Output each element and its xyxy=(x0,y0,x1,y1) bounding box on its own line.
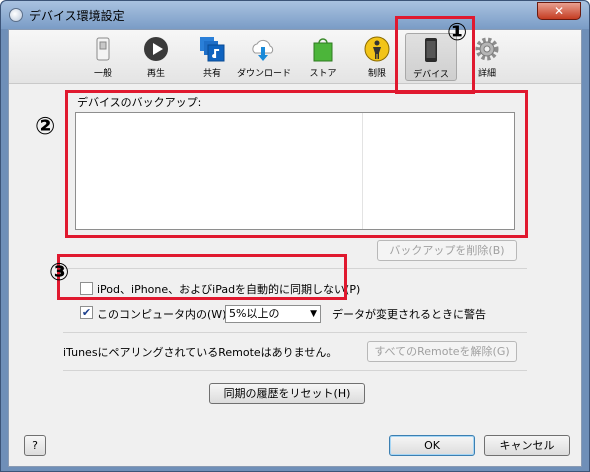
itunes-icon xyxy=(9,8,23,22)
tab-general-label: 一般 xyxy=(93,69,112,79)
tab-sharing[interactable]: 共有 xyxy=(186,33,238,81)
tab-store-label: ストア xyxy=(309,69,337,79)
warn-data-change-checkbox[interactable]: ✔ xyxy=(80,306,93,319)
annotation-box-2 xyxy=(65,90,528,238)
annotation-number-3: ③ xyxy=(49,258,70,286)
annotation-number-1: ① xyxy=(447,18,468,46)
switch-icon xyxy=(96,37,110,61)
warn-threshold-select[interactable]: 5%以上の ▼ xyxy=(225,305,321,323)
tab-download-label: ダウンロード xyxy=(237,69,292,79)
tab-sharing-label: 共有 xyxy=(202,69,221,79)
separator xyxy=(63,370,527,371)
warn-suffix-label: データが変更されるときに警告 xyxy=(332,308,486,321)
reset-sync-history-button[interactable]: 同期の履歴をリセット(H) xyxy=(209,383,365,404)
annotation-number-2: ② xyxy=(35,112,56,140)
store-bag-icon xyxy=(313,38,333,62)
tab-download[interactable]: ダウンロード xyxy=(237,33,292,81)
dialog-body: 一般 再生 共有 ダウンロード ストア 制限 デバイス 詳細 ① デバイスのバッ… xyxy=(8,16,582,467)
cancel-button[interactable]: キャンセル xyxy=(484,435,570,456)
window-title: デバイス環境設定 xyxy=(29,9,125,23)
warn-prefix-label[interactable]: このコンピュータ内の(W) xyxy=(97,306,226,322)
title-bar: デバイス環境設定 ✕ xyxy=(1,1,589,29)
ok-button[interactable]: OK xyxy=(389,435,475,456)
tab-store[interactable]: ストア xyxy=(297,33,349,81)
help-button[interactable]: ? xyxy=(24,435,46,456)
tab-general[interactable]: 一般 xyxy=(77,33,129,81)
gear-icon xyxy=(475,37,499,61)
remote-status-text: iTunesにペアリングされているRemoteはありません。 xyxy=(63,346,338,359)
preferences-window: デバイス環境設定 ✕ 一般 再生 共有 ダウンロード ストア 制限 デバイス 詳… xyxy=(0,0,590,472)
delete-backup-button[interactable]: バックアップを削除(B) xyxy=(377,240,517,261)
unpair-remote-button[interactable]: すべてのRemoteを解除(G) xyxy=(367,341,517,362)
chevron-down-icon: ▼ xyxy=(310,309,317,319)
close-button[interactable]: ✕ xyxy=(537,2,581,20)
music-share-icon xyxy=(200,37,225,62)
cloud-download-icon xyxy=(252,39,274,61)
separator xyxy=(63,332,527,333)
warn-threshold-value: 5%以上の xyxy=(229,307,280,320)
annotation-box-3 xyxy=(57,254,347,300)
preferences-toolbar: 一般 再生 共有 ダウンロード ストア 制限 デバイス 詳細 xyxy=(9,30,581,84)
play-icon xyxy=(144,37,168,61)
parental-restriction-icon xyxy=(364,36,390,62)
tab-playback[interactable]: 再生 xyxy=(130,33,182,81)
tab-playback-label: 再生 xyxy=(146,69,165,79)
